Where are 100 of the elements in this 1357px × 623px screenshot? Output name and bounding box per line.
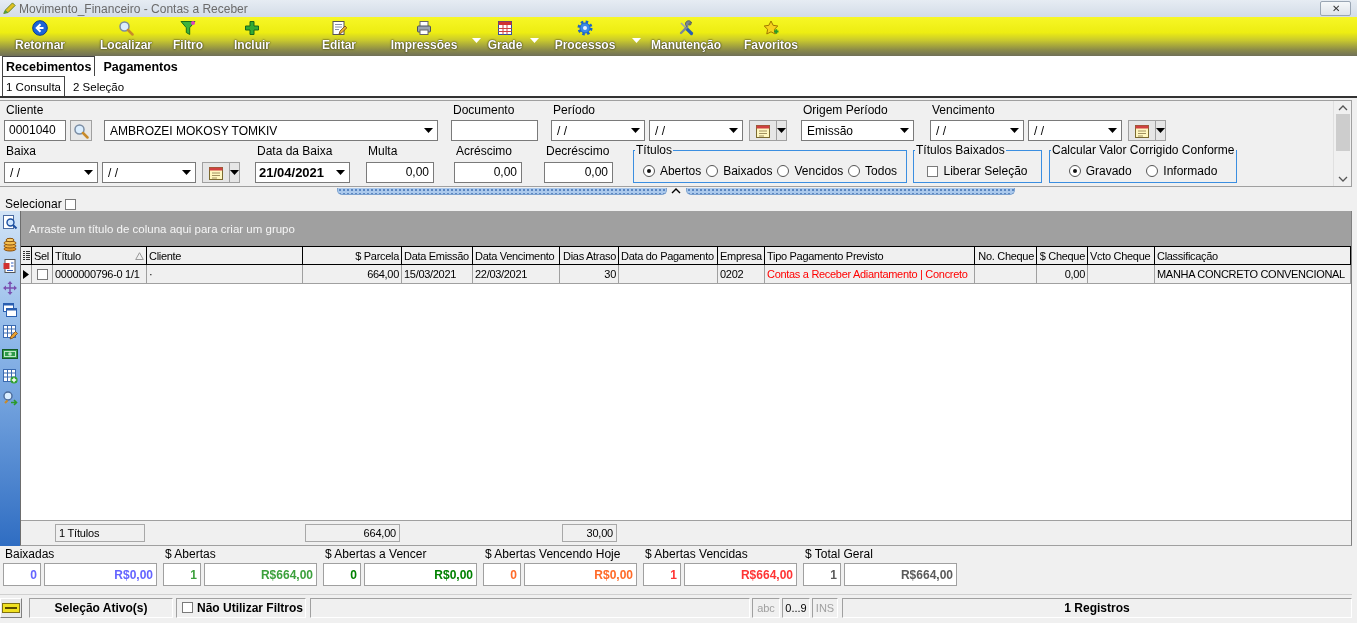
close-button[interactable]: ✕ [1320, 1, 1351, 16]
table-edit-icon[interactable] [2, 324, 18, 340]
checkbox[interactable] [182, 602, 193, 613]
dropdown-field[interactable]: / / [102, 162, 196, 183]
column-header[interactable]: Dias Atraso [560, 247, 619, 264]
calendar-icon [755, 122, 771, 139]
document-icon[interactable] [2, 258, 18, 274]
caret-icon[interactable] [423, 128, 433, 133]
tab[interactable]: Pagamentos [99, 56, 182, 76]
caret-icon[interactable] [83, 170, 93, 175]
checkbox[interactable] [927, 165, 939, 177]
amount-field: R$0,00 [364, 563, 477, 586]
dropdown-field[interactable]: / / [551, 120, 645, 141]
input-field[interactable] [451, 120, 538, 141]
search-document-icon[interactable] [2, 214, 18, 230]
radio-button[interactable] [1146, 165, 1159, 177]
caret-icon[interactable] [728, 128, 738, 133]
column-header[interactable]: Tipo Pagamento Previsto [765, 247, 975, 264]
column-header[interactable]: Vcto Cheque [1088, 247, 1155, 264]
input-field[interactable]: 0,00 [366, 162, 434, 183]
column-header[interactable]: Data do Pagamento [619, 247, 718, 264]
windows-icon[interactable] [2, 302, 18, 318]
radio-button[interactable] [1068, 165, 1081, 177]
option-label: Gravado [1085, 164, 1132, 178]
table-cell: · [147, 265, 303, 283]
input-field[interactable]: 0,00 [544, 162, 613, 183]
caret-icon[interactable] [777, 128, 786, 133]
total-label: $ Abertas a Vencer [324, 546, 428, 563]
caret-icon[interactable] [1156, 128, 1165, 133]
option-label: Todos [865, 164, 898, 178]
caret-icon[interactable] [1009, 128, 1019, 133]
table-cell: 0202 [718, 265, 765, 283]
search-arrow-icon[interactable] [2, 390, 18, 406]
move-arrows-icon[interactable] [2, 280, 18, 296]
caret-icon[interactable] [630, 128, 640, 133]
input-field[interactable]: 0,00 [454, 162, 522, 183]
column-header[interactable]: Sel [32, 247, 53, 264]
column-chooser-icon[interactable] [22, 251, 30, 260]
column-header[interactable]: Data Vencimento [473, 247, 560, 264]
calendar-button[interactable] [749, 120, 787, 141]
splitter-handle[interactable] [337, 187, 1015, 197]
checkbox-label: Não Utilizar Filtros [197, 600, 303, 615]
dropdown-field[interactable]: / / [1028, 120, 1122, 141]
calendar-button[interactable] [1128, 120, 1166, 141]
tab[interactable]: Recebimentos [2, 56, 96, 76]
column-header[interactable]: No. Cheque [975, 247, 1037, 264]
amount-field: R$664,00 [204, 563, 317, 586]
checkbox[interactable] [64, 198, 76, 210]
field-label: Origem Período [802, 102, 889, 118]
radio-button[interactable] [848, 165, 861, 177]
dropdown-field[interactable]: AMBROZEI MOKOSY TOMKIV [104, 120, 438, 141]
caret-icon[interactable] [1107, 128, 1117, 133]
dropdown-field[interactable]: / / [649, 120, 743, 141]
scrollbar-thumb[interactable] [1335, 114, 1350, 151]
radio-button[interactable] [706, 165, 719, 177]
search-button[interactable] [70, 120, 92, 141]
column-header[interactable]: $ Cheque [1037, 247, 1088, 264]
column-header[interactable]: $ Parcela [303, 247, 402, 264]
caret-icon[interactable] [335, 170, 345, 175]
search-icon [118, 20, 134, 36]
amount-field: R$0,00 [44, 563, 157, 586]
checkbox[interactable] [36, 268, 48, 280]
calendar-button[interactable] [202, 162, 240, 183]
field-label: Decréscimo [545, 143, 611, 159]
table-cell: 664,00 [303, 265, 402, 283]
chevron-down-icon[interactable] [1337, 176, 1348, 182]
amount-field: R$664,00 [684, 563, 797, 586]
coins-icon[interactable] [2, 236, 18, 252]
chevron-up-icon[interactable] [1337, 105, 1348, 111]
input-field[interactable]: 0001040 [4, 120, 66, 141]
field-label: Baixa [5, 143, 38, 159]
tab[interactable]: 1 Consulta [2, 76, 65, 96]
table-add-icon[interactable] [2, 368, 18, 384]
total-field: 664,00 [305, 524, 400, 542]
table-cell: 0000000796-0 1/1 [53, 265, 147, 283]
field-label: Vencimento [931, 102, 996, 118]
column-header[interactable]: Cliente [147, 247, 303, 264]
caret-icon[interactable] [899, 128, 909, 133]
radio-button[interactable] [777, 165, 790, 177]
dropdown-field[interactable]: Emissão [801, 120, 914, 141]
group-label: Títulos Baixados [915, 144, 1006, 156]
status-button[interactable] [0, 597, 22, 618]
caret-icon[interactable] [181, 170, 191, 175]
column-header[interactable]: Empresa [718, 247, 765, 264]
banknote-icon[interactable] [2, 346, 18, 362]
radio-button[interactable] [642, 165, 655, 177]
field-label: Período [552, 102, 597, 118]
caret-icon[interactable] [230, 170, 239, 175]
dropdown-field[interactable]: / / [930, 120, 1024, 141]
column-header[interactable]: Título [53, 247, 147, 264]
dropdown-field[interactable]: 21/04/2021 [255, 162, 350, 183]
option-label: Informado [1163, 164, 1218, 178]
chevron-up-icon[interactable] [671, 188, 681, 194]
field-label: Documento [452, 102, 516, 118]
dropdown-field[interactable]: / / [4, 162, 98, 183]
vertical-scrollbar[interactable] [1333, 101, 1351, 186]
column-header[interactable]: Classificação [1155, 247, 1351, 264]
tab[interactable]: 2 Seleção [69, 76, 129, 96]
column-header[interactable]: Data Emissão [402, 247, 473, 264]
funnel-icon [180, 20, 196, 36]
